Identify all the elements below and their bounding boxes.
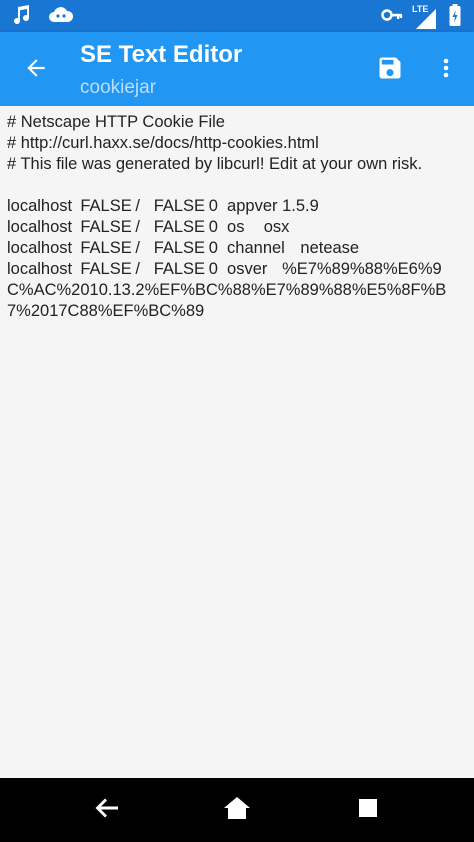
nav-back-icon bbox=[92, 796, 120, 825]
system-icons: LTE bbox=[380, 3, 462, 32]
nav-back-button[interactable] bbox=[86, 792, 126, 828]
signal-icon: LTE bbox=[412, 4, 440, 31]
key-icon bbox=[380, 3, 404, 32]
app-title: SE Text Editor bbox=[80, 41, 243, 68]
save-icon bbox=[376, 54, 404, 87]
recents-icon bbox=[357, 797, 379, 824]
status-bar: LTE bbox=[0, 0, 474, 32]
save-button[interactable] bbox=[370, 50, 410, 90]
battery-icon bbox=[448, 3, 462, 32]
back-button[interactable] bbox=[16, 50, 56, 90]
notification-icons bbox=[12, 4, 74, 31]
home-icon bbox=[223, 795, 251, 826]
navigation-bar bbox=[0, 778, 474, 842]
music-note-icon bbox=[12, 4, 32, 31]
recents-button[interactable] bbox=[348, 792, 388, 828]
arrow-back-icon bbox=[23, 55, 49, 86]
file-name: cookiejar bbox=[80, 77, 157, 98]
cloud-icon bbox=[48, 4, 74, 31]
text-editor-area[interactable]: # Netscape HTTP Cookie File # http://cur… bbox=[0, 106, 474, 778]
more-options-button[interactable] bbox=[428, 50, 464, 90]
app-bar: SE Text Editor cookiejar bbox=[0, 32, 474, 106]
more-vert-icon bbox=[442, 56, 450, 85]
home-button[interactable] bbox=[217, 792, 257, 828]
